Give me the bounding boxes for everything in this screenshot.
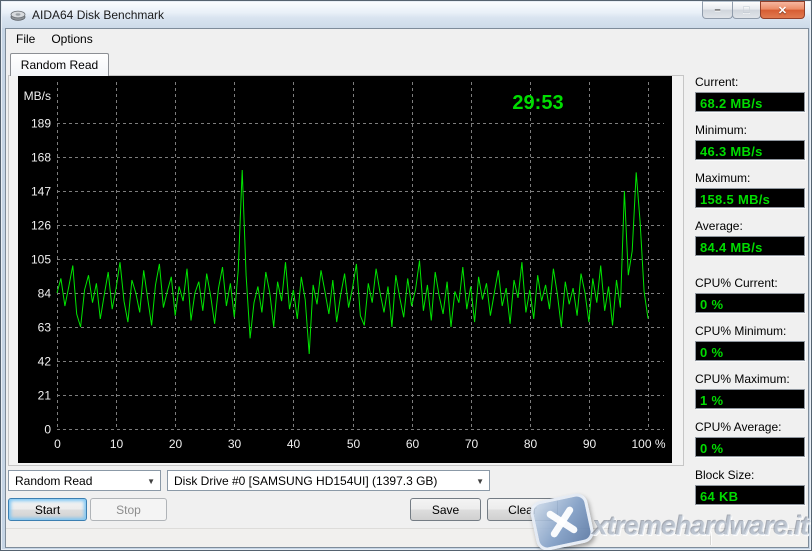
stat-value-box: 158.5 MB/s bbox=[695, 188, 805, 208]
stat-label: Current: bbox=[695, 75, 805, 89]
minimize-icon: – bbox=[714, 4, 720, 16]
svg-text:10: 10 bbox=[110, 437, 124, 451]
client-area: File Options Random Read 0 21 42 63 84 105 126… bbox=[5, 28, 809, 548]
svg-text:0: 0 bbox=[54, 437, 61, 451]
stat-value: 64 KB bbox=[700, 489, 738, 504]
stat-cpu-average: CPU% Average: 0 % bbox=[695, 420, 805, 457]
stat-label: CPU% Minimum: bbox=[695, 324, 805, 338]
svg-text:60: 60 bbox=[406, 437, 420, 451]
svg-text:105: 105 bbox=[31, 253, 51, 267]
stat-value: 1 % bbox=[700, 393, 723, 408]
stat-value-box: 68.2 MB/s bbox=[695, 92, 805, 112]
stat-cpu-minimum: CPU% Minimum: 0 % bbox=[695, 324, 805, 361]
stop-button: Stop bbox=[90, 498, 167, 521]
svg-text:147: 147 bbox=[31, 185, 51, 199]
menu-file[interactable]: File bbox=[8, 30, 43, 48]
clear-button[interactable]: Clear bbox=[487, 498, 558, 521]
menu-bar: File Options bbox=[6, 29, 808, 48]
title-bar[interactable]: AIDA64 Disk Benchmark bbox=[2, 2, 810, 28]
svg-text:42: 42 bbox=[38, 355, 52, 369]
stat-minimum: Minimum: 46.3 MB/s bbox=[695, 123, 805, 160]
svg-text:189: 189 bbox=[31, 117, 51, 131]
svg-text:40: 40 bbox=[287, 437, 301, 451]
stat-value-box: 0 % bbox=[695, 341, 805, 361]
svg-text:20: 20 bbox=[169, 437, 183, 451]
stat-value: 0 % bbox=[700, 345, 723, 360]
menu-options[interactable]: Options bbox=[43, 30, 100, 48]
aida64-disk-benchmark-window: AIDA64 Disk Benchmark – □ ✕ File Options… bbox=[0, 0, 812, 551]
stat-value: 68.2 MB/s bbox=[700, 96, 763, 111]
stat-value: 46.3 MB/s bbox=[700, 144, 763, 159]
svg-text:29:53: 29:53 bbox=[512, 92, 563, 114]
svg-text:0: 0 bbox=[44, 423, 51, 437]
status-bar-separator bbox=[710, 532, 712, 545]
stat-value: 0 % bbox=[700, 297, 723, 312]
stat-current: Current: 68.2 MB/s bbox=[695, 75, 805, 112]
chevron-down-icon: ▼ bbox=[147, 477, 155, 486]
stat-maximum: Maximum: 158.5 MB/s bbox=[695, 171, 805, 208]
stat-label: Block Size: bbox=[695, 468, 805, 482]
stat-label: CPU% Current: bbox=[695, 276, 805, 290]
svg-text:84: 84 bbox=[38, 287, 52, 301]
svg-text:90: 90 bbox=[583, 437, 597, 451]
stat-cpu-maximum: CPU% Maximum: 1 % bbox=[695, 372, 805, 409]
svg-text:21: 21 bbox=[38, 389, 52, 403]
stat-average: Average: 84.4 MB/s bbox=[695, 219, 805, 256]
stat-value-box: 64 KB bbox=[695, 485, 805, 505]
status-bar bbox=[6, 528, 808, 547]
stat-value-box: 46.3 MB/s bbox=[695, 140, 805, 160]
maximize-button: □ bbox=[732, 1, 761, 19]
close-icon: ✕ bbox=[778, 4, 787, 17]
minimize-button[interactable]: – bbox=[702, 1, 733, 19]
stat-value: 84.4 MB/s bbox=[700, 240, 763, 255]
svg-text:50: 50 bbox=[347, 437, 361, 451]
window-controls: – □ ✕ bbox=[703, 1, 805, 19]
window-title: AIDA64 Disk Benchmark bbox=[32, 8, 164, 22]
svg-text:MB/s: MB/s bbox=[24, 89, 51, 103]
hdd-icon bbox=[10, 8, 26, 22]
disk-drive-value: Disk Drive #0 [SAMSUNG HD154UI] (1397.3 … bbox=[174, 474, 437, 488]
benchmark-type-value: Random Read bbox=[15, 474, 92, 488]
save-button[interactable]: Save bbox=[410, 498, 481, 521]
stat-label: Minimum: bbox=[695, 123, 805, 137]
stat-value-box: 0 % bbox=[695, 437, 805, 457]
disk-drive-select[interactable]: Disk Drive #0 [SAMSUNG HD154UI] (1397.3 … bbox=[167, 470, 490, 491]
svg-text:168: 168 bbox=[31, 151, 51, 165]
stat-value: 158.5 MB/s bbox=[700, 192, 770, 207]
stat-block-size: Block Size: 64 KB bbox=[695, 468, 805, 505]
svg-text:126: 126 bbox=[31, 219, 51, 233]
stat-value-box: 1 % bbox=[695, 389, 805, 409]
chevron-down-icon: ▼ bbox=[476, 477, 484, 486]
start-button[interactable]: Start bbox=[8, 498, 87, 521]
stat-value-box: 0 % bbox=[695, 293, 805, 313]
svg-text:63: 63 bbox=[38, 321, 52, 335]
close-button[interactable]: ✕ bbox=[760, 1, 805, 19]
stat-cpu-current: CPU% Current: 0 % bbox=[695, 276, 805, 313]
tab-label: Random Read bbox=[21, 58, 98, 72]
stat-label: CPU% Average: bbox=[695, 420, 805, 434]
svg-text:30: 30 bbox=[228, 437, 242, 451]
stat-label: CPU% Maximum: bbox=[695, 372, 805, 386]
benchmark-chart: 0 21 42 63 84 105 126 147 168 189 MB/s 0 10 20 30 40 50 6… bbox=[18, 76, 672, 463]
svg-text:80: 80 bbox=[524, 437, 538, 451]
stat-label: Average: bbox=[695, 219, 805, 233]
maximize-icon: □ bbox=[743, 4, 750, 16]
svg-text:100 %: 100 % bbox=[631, 437, 665, 451]
stat-label: Maximum: bbox=[695, 171, 805, 185]
tab-random-read[interactable]: Random Read bbox=[10, 53, 109, 76]
stat-value: 0 % bbox=[700, 441, 723, 456]
benchmark-type-select[interactable]: Random Read ▼ bbox=[8, 470, 161, 491]
svg-text:70: 70 bbox=[465, 437, 479, 451]
stat-value-box: 84.4 MB/s bbox=[695, 236, 805, 256]
